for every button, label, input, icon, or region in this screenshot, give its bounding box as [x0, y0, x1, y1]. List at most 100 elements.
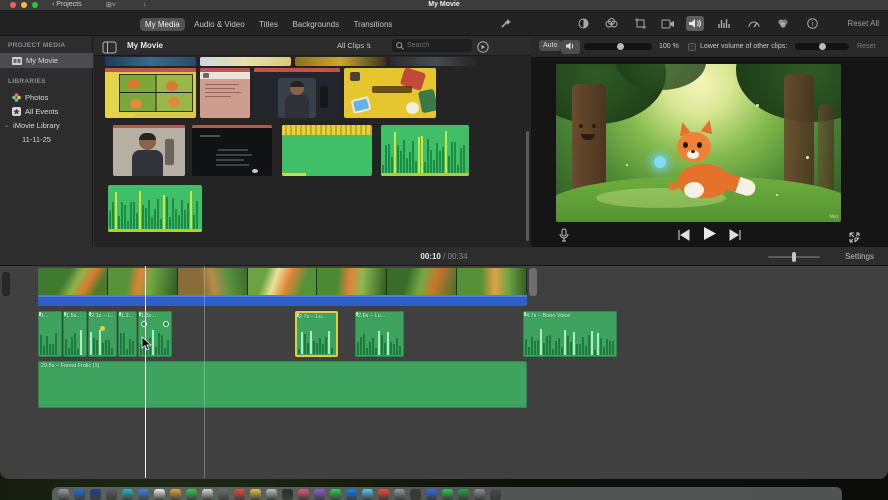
dock-app-icon[interactable] — [314, 489, 325, 500]
sidebar-toggle-icon[interactable] — [102, 40, 117, 58]
dock-app-icon[interactable] — [474, 489, 485, 500]
dock-app-icon[interactable] — [330, 489, 341, 500]
play-button[interactable] — [703, 226, 716, 245]
media-thumbnail[interactable] — [200, 57, 291, 66]
audio-clip[interactable]: 2.6s – Lu... — [355, 311, 404, 357]
dock-app-icon[interactable] — [362, 489, 373, 500]
dock-app-icon[interactable] — [138, 489, 149, 500]
media-thumbnail-audio[interactable] — [282, 125, 372, 176]
dock-app-icon[interactable] — [170, 489, 181, 500]
fullscreen-icon[interactable] — [849, 230, 860, 248]
dock-app-icon[interactable] — [410, 489, 421, 500]
volume-point[interactable] — [100, 326, 105, 331]
sidebar-item-my-movie[interactable]: My Movie — [0, 53, 93, 68]
enhance-magic-wand-icon[interactable] — [496, 16, 514, 31]
media-thumbnail-screen-recording[interactable] — [105, 68, 196, 118]
sidebar-item-imovie-library[interactable]: ⌄ iMovie Library — [0, 118, 93, 133]
volume-reset-button[interactable]: Reset — [857, 43, 875, 50]
dock-app-icon[interactable] — [458, 489, 469, 500]
dock-app-icon[interactable] — [234, 489, 245, 500]
media-thumbnail[interactable] — [390, 57, 481, 66]
media-thumbnail[interactable] — [105, 57, 196, 66]
stabilization-icon[interactable] — [659, 16, 677, 31]
background-music-clip[interactable]: 29.5s – Forest Frolic (1) — [38, 361, 527, 408]
dock-app-icon[interactable] — [298, 489, 309, 500]
tab-audio-video[interactable]: Audio & Video — [189, 18, 250, 31]
lower-volume-checkbox[interactable] — [688, 43, 696, 51]
dock-app-icon[interactable] — [218, 489, 229, 500]
dock-app-icon[interactable] — [250, 489, 261, 500]
dock-app-icon[interactable] — [490, 489, 501, 500]
media-tabs: My Media Audio & Video Titles Background… — [140, 14, 397, 32]
color-balance-icon[interactable] — [574, 16, 592, 31]
media-thumbnail[interactable] — [295, 57, 386, 66]
dock-app-icon[interactable] — [90, 489, 101, 500]
dock-app-icon[interactable] — [426, 489, 437, 500]
auto-volume-button[interactable]: Auto — [539, 40, 562, 51]
lower-volume-slider-knob[interactable] — [819, 43, 826, 50]
volume-slider-knob[interactable] — [617, 43, 624, 50]
noise-reduction-icon[interactable] — [715, 16, 733, 31]
tab-my-media[interactable]: My Media — [140, 18, 185, 31]
effects-icon[interactable] — [774, 16, 792, 31]
connected-audio-bar[interactable] — [38, 295, 527, 306]
timeline-left-handle[interactable] — [2, 272, 10, 296]
dock-app-icon[interactable] — [378, 489, 389, 500]
sidebar-item-photos[interactable]: Photos — [0, 90, 93, 105]
audio-clip[interactable]: 2.1s – L... — [88, 311, 117, 357]
media-thumbnail-slide[interactable] — [344, 68, 436, 118]
sidebar-item-library-date[interactable]: 11-11-25 — [0, 132, 93, 147]
video-clip-filmstrip[interactable] — [38, 268, 527, 295]
speed-icon[interactable] — [745, 16, 763, 31]
dock-app-icon[interactable] — [266, 489, 277, 500]
media-thumbnail-terminal[interactable] — [192, 125, 272, 176]
timeline-zoom-knob[interactable] — [792, 252, 796, 262]
media-thumbnail-audio[interactable] — [381, 125, 469, 176]
media-thumbnail-audio[interactable] — [108, 185, 202, 232]
previous-frame-button[interactable] — [677, 227, 690, 245]
dock-app-icon[interactable] — [442, 489, 453, 500]
timeline-settings-button[interactable]: Settings — [845, 252, 874, 261]
playhead[interactable] — [145, 266, 146, 478]
voiceover-mic-icon[interactable] — [559, 228, 569, 247]
tab-titles[interactable]: Titles — [254, 18, 283, 31]
timeline-toolbar: 00:10 / 00:34 Settings — [0, 247, 888, 266]
fade-handle[interactable] — [141, 321, 147, 327]
sidebar-item-all-events[interactable]: All Events — [0, 104, 93, 119]
volume-tool-icon[interactable] — [686, 16, 704, 31]
dock-app-icon[interactable] — [106, 489, 117, 500]
continuous-playback-icon[interactable] — [477, 40, 489, 58]
macos-dock[interactable] — [52, 487, 842, 500]
search-field[interactable] — [392, 39, 472, 52]
media-thumbnail-webcam[interactable] — [113, 125, 185, 176]
media-thumbnail-notes[interactable] — [200, 68, 250, 118]
dock-app-icon[interactable] — [346, 489, 357, 500]
audio-clip[interactable]: 1.2... — [118, 311, 137, 357]
dock-app-icon[interactable] — [186, 489, 197, 500]
search-input[interactable] — [407, 42, 467, 49]
clip-filter-dropdown[interactable]: All Clips ⇅ — [337, 41, 371, 50]
mute-button[interactable] — [561, 40, 580, 54]
audio-clip-selected[interactable]: 2.7s – Lu... — [295, 311, 338, 357]
dock-app-icon[interactable] — [394, 489, 405, 500]
audio-clip[interactable]: 4.7s – Bobo Voice — [523, 311, 617, 357]
media-thumbnail-webcam[interactable] — [254, 68, 340, 118]
timeline-right-handle[interactable] — [529, 268, 537, 296]
tab-transitions[interactable]: Transitions — [349, 18, 398, 31]
dock-app-icon[interactable] — [202, 489, 213, 500]
tab-backgrounds[interactable]: Backgrounds — [287, 18, 344, 31]
dock-app-icon[interactable] — [74, 489, 85, 500]
audio-clip[interactable]: 1.5s... — [63, 311, 87, 357]
dock-app-icon[interactable] — [282, 489, 293, 500]
reset-all-button[interactable]: Reset All — [847, 19, 879, 28]
browser-scrollbar[interactable] — [526, 131, 529, 241]
dock-app-icon[interactable] — [122, 489, 133, 500]
fade-handle[interactable] — [163, 321, 169, 327]
next-frame-button[interactable] — [729, 227, 742, 245]
dock-app-icon[interactable] — [154, 489, 165, 500]
dock-app-icon[interactable] — [58, 489, 69, 500]
audio-clip[interactable]: 1... — [38, 311, 62, 357]
clip-info-icon[interactable]: i — [803, 16, 821, 31]
crop-icon[interactable] — [631, 16, 649, 31]
color-correction-icon[interactable] — [602, 16, 620, 31]
